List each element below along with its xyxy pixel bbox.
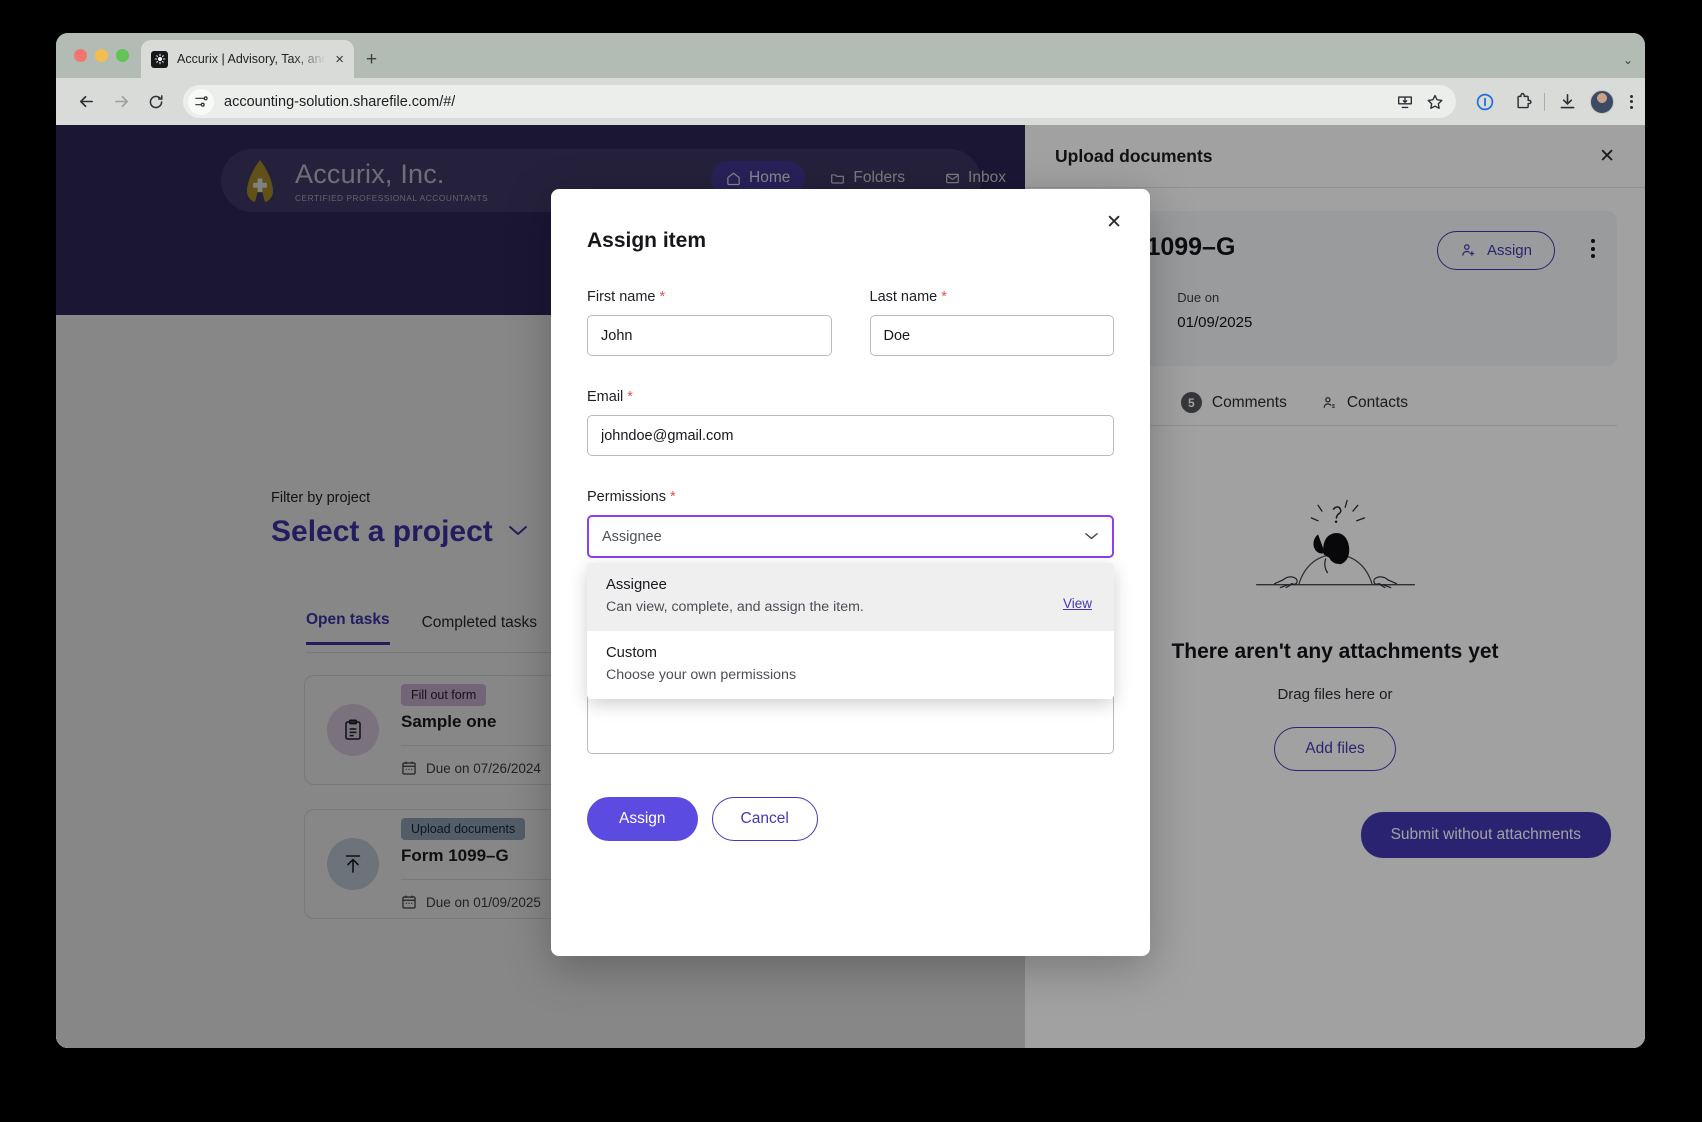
browser-tab[interactable]: Accurix | Advisory, Tax, and A × <box>141 40 354 78</box>
tab-list-chevron-icon[interactable]: ⌄ <box>1623 53 1633 67</box>
page-viewport: Accurix, Inc. CERTIFIED PROFESSIONAL ACC… <box>56 125 1645 1048</box>
email-label: Email * <box>587 389 1114 405</box>
email-label-text: Email <box>587 389 624 405</box>
last-name-label: Last name * <box>870 289 1115 305</box>
assign-submit-button[interactable]: Assign <box>587 797 698 841</box>
first-name-input[interactable] <box>587 315 832 356</box>
close-window-button[interactable] <box>74 49 87 62</box>
email-field: Email * <box>587 389 1114 456</box>
back-button[interactable] <box>70 86 102 118</box>
browser-window: Accurix | Advisory, Tax, and A × + ⌄ acc… <box>56 33 1645 1048</box>
modal-actions: Assign Cancel <box>587 797 1114 841</box>
permissions-option-desc: Can view, complete, and assign the item. <box>606 599 864 615</box>
downloads-icon[interactable] <box>1558 92 1577 111</box>
cancel-button[interactable]: Cancel <box>711 797 818 841</box>
permissions-label: Permissions * <box>587 489 1114 505</box>
permissions-option-name: Custom <box>606 645 657 661</box>
toolbar-divider <box>1544 92 1545 111</box>
forward-button[interactable] <box>105 86 137 118</box>
permissions-select-wrapper: Assignee Assignee Can view, complete, an… <box>587 515 1114 699</box>
browser-tab-title: Accurix | Advisory, Tax, and A <box>177 52 327 66</box>
first-name-label-text: First name <box>587 289 656 305</box>
bookmark-star-icon[interactable] <box>1426 93 1444 111</box>
address-bar-url: accounting-solution.sharefile.com/#/ <box>224 93 456 110</box>
maximize-window-button[interactable] <box>116 49 129 62</box>
permissions-option-desc: Choose your own permissions <box>606 667 797 683</box>
first-name-label: First name * <box>587 289 832 305</box>
last-name-label-text: Last name <box>869 289 938 305</box>
reload-button[interactable] <box>140 86 172 118</box>
last-name-field: Last name * <box>869 289 1115 356</box>
permissions-option-assignee[interactable]: Assignee Can view, complete, and assign … <box>587 563 1114 631</box>
required-asterisk: * <box>670 489 676 505</box>
modal-title: Assign item <box>587 229 707 252</box>
close-icon[interactable]: ✕ <box>1106 213 1122 232</box>
email-input[interactable] <box>587 415 1114 456</box>
permissions-select[interactable]: Assignee <box>587 515 1114 558</box>
permissions-dropdown-menu: Assignee Can view, complete, and assign … <box>587 563 1114 699</box>
site-favicon <box>151 50 168 68</box>
browser-toolbar: accounting-solution.sharefile.com/#/ <box>56 78 1645 125</box>
window-traffic-lights <box>70 33 141 78</box>
profile-avatar[interactable] <box>1590 89 1614 114</box>
install-app-icon[interactable] <box>1396 93 1414 111</box>
address-bar[interactable]: accounting-solution.sharefile.com/#/ <box>183 85 1456 118</box>
address-bar-actions <box>1396 93 1448 111</box>
assign-item-modal: ✕ Assign item First name * Last name * <box>551 189 1150 956</box>
site-settings-icon[interactable] <box>188 88 214 115</box>
permissions-field: Permissions * Assignee Assignee Can view… <box>587 489 1114 699</box>
browser-tab-strip: Accurix | Advisory, Tax, and A × + ⌄ <box>56 33 1645 78</box>
chevron-down-icon <box>1084 528 1099 546</box>
last-name-input[interactable] <box>869 315 1114 356</box>
minimize-window-button[interactable] <box>95 49 108 62</box>
permissions-select-value: Assignee <box>602 528 662 545</box>
required-asterisk: * <box>941 289 947 305</box>
close-tab-button[interactable]: × <box>335 52 344 67</box>
info-circle-icon[interactable] <box>1475 92 1495 112</box>
permissions-option-name: Assignee <box>606 577 667 593</box>
chrome-menu-icon[interactable] <box>1630 94 1633 109</box>
extensions-icon[interactable] <box>1514 92 1533 111</box>
permissions-view-link[interactable]: View <box>1063 596 1092 611</box>
name-fields-row: First name * Last name * <box>587 289 1114 356</box>
required-asterisk: * <box>659 289 666 305</box>
permissions-label-text: Permissions <box>587 489 666 505</box>
permissions-option-custom[interactable]: Custom Choose your own permissions <box>587 631 1114 699</box>
new-tab-button[interactable]: + <box>366 50 377 69</box>
first-name-field: First name * <box>587 289 832 356</box>
required-asterisk: * <box>627 389 633 405</box>
